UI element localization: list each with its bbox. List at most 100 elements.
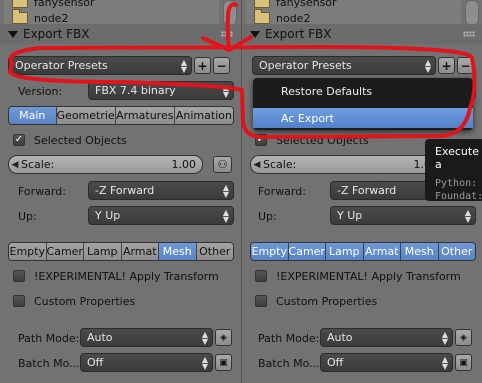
export-fbx-header[interactable]: Export FBX [242,24,482,44]
minus-icon: − [460,58,471,73]
version-value: FBX 7.4 binary [95,84,176,97]
panel-title: Export FBX [265,27,332,41]
file-item-partial[interactable]: fahysensor [4,0,219,10]
type-empty[interactable]: Empty [251,243,289,260]
folder-plus-icon: ▣ [459,357,468,368]
apply-transform-label: !EXPERIMENTAL! Apply Transform [276,270,461,283]
plus-icon: + [441,58,452,73]
operator-presets-menu: Restore Defaults Ac Export [253,78,473,130]
custom-properties-label: Custom Properties [34,295,136,308]
batch-own-dir-button[interactable]: ▣ [215,354,232,371]
apply-unit-scale-button[interactable]: ⚇ [213,156,232,173]
forward-label: Forward: [258,185,306,198]
embed-textures-button[interactable]: ◈ [455,329,472,346]
collapse-triangle-icon [250,30,260,38]
up-axis-dropdown[interactable]: Y Up ▲ ▼ [330,206,476,225]
forward-dropdown[interactable]: -Z Forward ▲▼ [88,181,234,200]
selected-objects-checkbox[interactable]: ✓ [13,134,25,146]
selected-objects-label: Selected Objects [34,134,127,147]
remove-preset-button[interactable]: − [213,57,230,74]
decrement-arrow-icon[interactable]: ◀ [251,160,263,170]
package-icon: ◈ [220,332,227,343]
type-lamp[interactable]: Lamp [84,243,122,260]
folder-icon [12,9,28,24]
file-item-label: fahysensor [34,0,95,9]
version-label: Version: [18,85,63,98]
custom-properties-checkbox[interactable] [255,295,267,307]
type-empty[interactable]: Empty [9,243,47,260]
operator-presets-dropdown[interactable]: Operator Presets ▲ ▼ [8,56,192,75]
path-mode-value: Auto [327,331,353,344]
path-mode-value: Auto [87,331,113,344]
file-list-scrollbar[interactable] [223,0,237,26]
apply-transform-checkbox[interactable] [255,270,267,282]
file-item-partial[interactable]: fahysensor [246,0,461,10]
up-down-arrows-icon: ▲▼ [424,58,431,74]
type-armature[interactable]: Armat [363,243,401,260]
folder-plus-icon: ▣ [219,357,228,368]
path-mode-label: Path Mode: [18,332,80,345]
decrement-arrow-icon[interactable]: ◀ [9,160,21,170]
scale-field[interactable]: ◀ Scale: 1.00 [8,155,203,174]
type-camera[interactable]: Camer [46,243,84,260]
type-mesh[interactable]: Mesh [401,243,439,260]
type-other[interactable]: Other [196,243,233,260]
tab-main[interactable]: Main [9,107,57,124]
up-axis-dropdown[interactable]: Y Up ▲ ▼ [88,206,234,225]
forward-value: -Z Forward [337,184,397,197]
file-list-scrollbar[interactable] [465,0,479,26]
apply-transform-label: !EXPERIMENTAL! Apply Transform [34,270,219,283]
package-icon: ◈ [460,332,467,343]
folder-icon [12,0,28,8]
tab-animation[interactable]: Animation [174,107,233,124]
operator-presets-dropdown[interactable]: Operator Presets ▲ ▼ [252,56,436,75]
up-value: Y Up [95,209,121,222]
export-fbx-header[interactable]: Export FBX [0,24,241,44]
up-label: Up: [258,210,277,223]
type-armature[interactable]: Armat [121,243,159,260]
up-down-arrows-icon: ▲▼ [464,208,471,224]
panel-title: Export FBX [23,27,90,41]
apply-transform-checkbox[interactable] [13,270,25,282]
path-mode-dropdown[interactable]: Auto ▲ ▼ [80,328,213,347]
remove-preset-button[interactable]: − [457,57,474,74]
drag-grip-icon[interactable] [221,31,233,37]
file-item-label: node2 [34,11,69,25]
add-preset-button[interactable]: + [438,57,455,74]
up-down-arrows-icon: ▲▼ [222,183,229,199]
folder-icon [254,9,270,24]
up-down-arrows-icon: ▲▼ [222,83,229,99]
path-mode-dropdown[interactable]: Auto ▲ ▼ [320,328,453,347]
export-panel-left: fahysensor node2 Export FBX Operator Pre… [0,0,241,383]
forward-value: -Z Forward [95,184,155,197]
folder-icon [254,0,270,8]
scale-field[interactable]: ◀ Scale: 1.00 [250,155,445,174]
tab-geometry[interactable]: Geometrie [56,107,116,124]
up-down-arrows-icon: ▲▼ [201,330,208,346]
embed-textures-button[interactable]: ◈ [215,329,232,346]
add-preset-button[interactable]: + [194,57,211,74]
batch-own-dir-button[interactable]: ▣ [455,354,472,371]
batch-mode-dropdown[interactable]: Off ▲ ▼ [320,353,453,372]
object-types-toggle: Empty Camer Lamp Armat Mesh Other [8,242,234,261]
type-lamp[interactable]: Lamp [326,243,364,260]
type-mesh[interactable]: Mesh [159,243,197,260]
up-down-arrows-icon: ▲▼ [180,58,187,74]
up-label: Up: [18,210,37,223]
operator-presets-label: Operator Presets [15,59,108,72]
path-mode-label: Path Mode: [258,332,320,345]
type-other[interactable]: Other [438,243,475,260]
custom-properties-checkbox[interactable] [13,295,25,307]
version-dropdown[interactable]: FBX 7.4 binary ▲▼ [88,81,234,100]
menu-item-restore-defaults[interactable]: Restore Defaults [253,81,473,101]
up-value: Y Up [337,209,363,222]
batch-mode-label: Batch Mo... [18,357,80,370]
scale-label: Scale: [263,158,297,171]
up-down-arrows-icon: ▲▼ [441,355,448,371]
tab-armatures[interactable]: Armatures [115,107,175,124]
type-camera[interactable]: Camer [288,243,326,260]
drag-grip-icon[interactable] [463,31,475,37]
batch-mode-dropdown[interactable]: Off ▲ ▼ [80,353,213,372]
selected-objects-checkbox[interactable]: ✓ [255,134,267,146]
menu-item-ac-export[interactable]: Ac Export [253,108,473,128]
